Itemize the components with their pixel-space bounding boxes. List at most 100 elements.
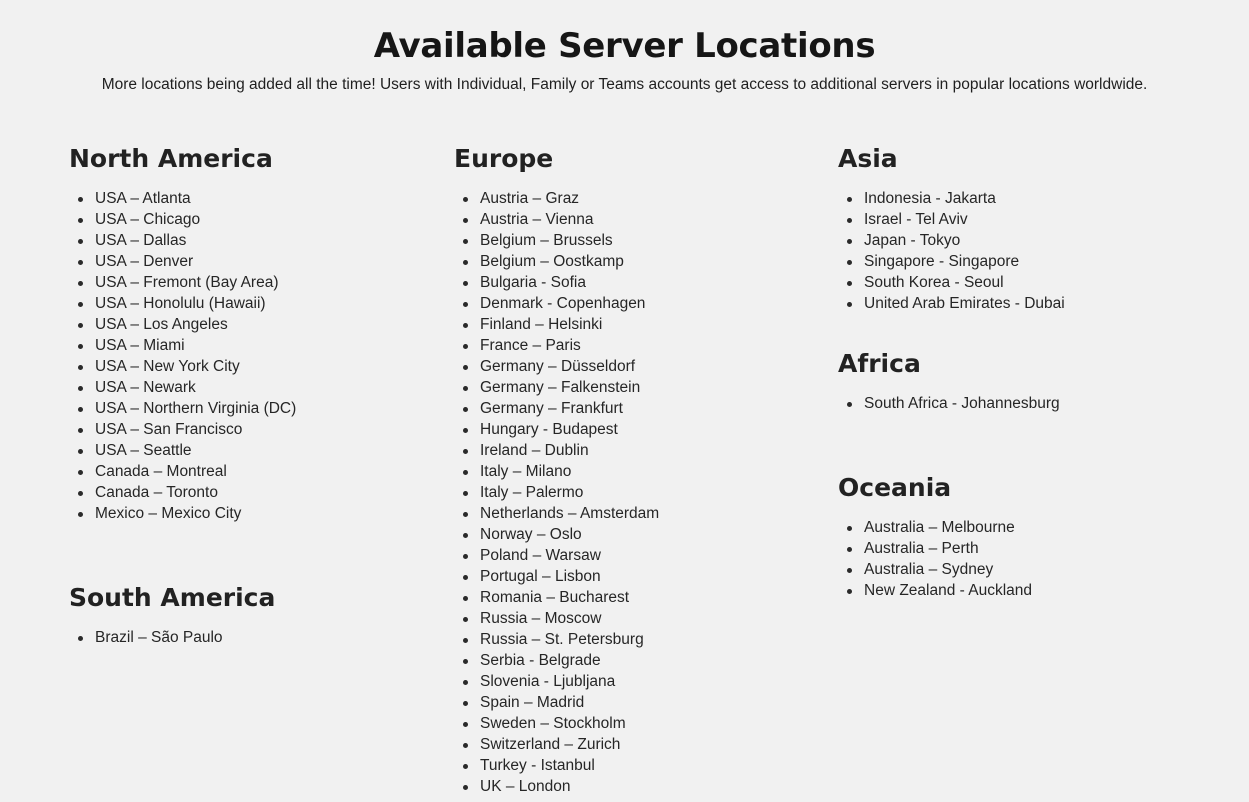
location-list: Brazil – São Paulo <box>69 627 429 648</box>
location-label: USA – Chicago <box>95 211 201 228</box>
bullet-icon <box>463 554 468 559</box>
location-item: Italy – Palermo <box>454 482 814 503</box>
location-label: USA – New York City <box>95 358 240 375</box>
location-label: Italy – Palermo <box>480 484 584 501</box>
bullet-icon <box>463 260 468 265</box>
bullet-icon <box>463 722 468 727</box>
location-label: Austria – Graz <box>480 190 580 207</box>
location-item: USA – New York City <box>69 356 429 377</box>
region-south-america: South America Brazil – São Paulo <box>69 582 429 648</box>
location-label: Ireland – Dublin <box>480 442 589 459</box>
location-item: USA – Miami <box>69 335 429 356</box>
location-item: Denmark - Copenhagen <box>454 293 814 314</box>
bullet-icon <box>847 218 852 223</box>
location-label: Australia – Sydney <box>864 561 994 578</box>
region-africa: Africa South Africa - Johannesburg <box>838 348 1198 414</box>
bullet-icon <box>463 428 468 433</box>
location-label: Belgium – Brussels <box>480 232 613 249</box>
bullet-icon <box>847 302 852 307</box>
location-item: Japan - Tokyo <box>838 230 1198 251</box>
location-label: Poland – Warsaw <box>480 547 601 564</box>
bullet-icon <box>847 260 852 265</box>
location-label: Norway – Oslo <box>480 526 582 543</box>
location-item: Singapore - Singapore <box>838 251 1198 272</box>
location-item: Italy – Milano <box>454 461 814 482</box>
location-label: Russia – Moscow <box>480 610 602 627</box>
location-item: USA – Chicago <box>69 209 429 230</box>
location-item: Slovenia - Ljubljana <box>454 671 814 692</box>
bullet-icon <box>463 197 468 202</box>
region-title: South America <box>69 583 276 612</box>
location-item: New Zealand - Auckland <box>838 580 1198 601</box>
location-label: France – Paris <box>480 337 581 354</box>
bullet-icon <box>463 449 468 454</box>
location-list: Austria – Graz Austria – Vienna Belgium – … <box>454 188 814 797</box>
location-label: USA – Newark <box>95 379 196 396</box>
bullet-icon <box>463 743 468 748</box>
bullet-icon <box>463 281 468 286</box>
location-label: USA – San Francisco <box>95 421 243 438</box>
location-item: Hungary - Budapest <box>454 419 814 440</box>
location-item: France – Paris <box>454 335 814 356</box>
bullet-icon <box>463 533 468 538</box>
region-title: Europe <box>454 144 554 173</box>
location-item: USA – Honolulu (Hawaii) <box>69 293 429 314</box>
location-label: USA – Denver <box>95 253 194 270</box>
location-item: USA – Dallas <box>69 230 429 251</box>
location-label: Hungary - Budapest <box>480 421 618 438</box>
location-label: Spain – Madrid <box>480 694 585 711</box>
location-item: USA – San Francisco <box>69 419 429 440</box>
location-item: USA – Seattle <box>69 440 429 461</box>
page-title: Available Server Locations <box>373 26 876 66</box>
bullet-icon <box>78 218 83 223</box>
bullet-icon <box>847 402 852 407</box>
location-label: Slovenia - Ljubljana <box>480 673 616 690</box>
location-label: Belgium – Oostkamp <box>480 253 624 270</box>
location-label: United Arab Emirates - Dubai <box>864 295 1065 312</box>
location-item: Belgium – Brussels <box>454 230 814 251</box>
bullet-icon <box>847 197 852 202</box>
bullet-icon <box>78 323 83 328</box>
location-label: Turkey - Istanbul <box>480 757 595 774</box>
location-item: Canada – Montreal <box>69 461 429 482</box>
bullet-icon <box>463 512 468 517</box>
page-subtitle: More locations being added all the time!… <box>101 76 1148 93</box>
location-label: Germany – Falkenstein <box>480 379 641 396</box>
region-title: Asia <box>838 144 898 173</box>
location-label: Portugal – Lisbon <box>480 568 601 585</box>
location-label: USA – Atlanta <box>95 190 191 207</box>
location-item: United Arab Emirates - Dubai <box>838 293 1198 314</box>
location-list: USA – Atlanta USA – Chicago USA – Dallas US… <box>69 188 429 524</box>
location-item: Russia – Moscow <box>454 608 814 629</box>
bullet-icon <box>847 589 852 594</box>
location-item: Russia – St. Petersburg <box>454 629 814 650</box>
location-item: Romania – Bucharest <box>454 587 814 608</box>
location-label: South Korea - Seoul <box>864 274 1004 291</box>
location-item: Germany – Frankfurt <box>454 398 814 419</box>
location-label: Singapore - Singapore <box>864 253 1020 270</box>
location-item: USA – Denver <box>69 251 429 272</box>
region-oceania: Oceania Australia – Melbourne Australia –… <box>838 472 1198 601</box>
bullet-icon <box>78 344 83 349</box>
location-item: Finland – Helsinki <box>454 314 814 335</box>
bullet-icon <box>463 785 468 790</box>
bullet-icon <box>78 197 83 202</box>
location-label: Australia – Perth <box>864 540 979 557</box>
location-label: Austria – Vienna <box>480 211 594 228</box>
region-europe: Europe Austria – Graz Austria – Vienna Bel… <box>454 143 814 797</box>
region-title: North America <box>69 144 273 173</box>
bullet-icon <box>463 638 468 643</box>
location-item: Ireland – Dublin <box>454 440 814 461</box>
bullet-icon <box>463 701 468 706</box>
location-label: Russia – St. Petersburg <box>480 631 644 648</box>
location-item: South Korea - Seoul <box>838 272 1198 293</box>
location-label: Indonesia - Jakarta <box>864 190 996 207</box>
location-label: USA – Miami <box>95 337 185 354</box>
location-label: South Africa - Johannesburg <box>864 395 1060 412</box>
location-item: Germany – Düsseldorf <box>454 356 814 377</box>
location-item: USA – Atlanta <box>69 188 429 209</box>
location-item: Australia – Sydney <box>838 559 1198 580</box>
location-label: USA – Seattle <box>95 442 192 459</box>
location-label: Switzerland – Zurich <box>480 736 621 753</box>
region-north-america: North America USA – Atlanta USA – Chicago… <box>69 143 429 524</box>
